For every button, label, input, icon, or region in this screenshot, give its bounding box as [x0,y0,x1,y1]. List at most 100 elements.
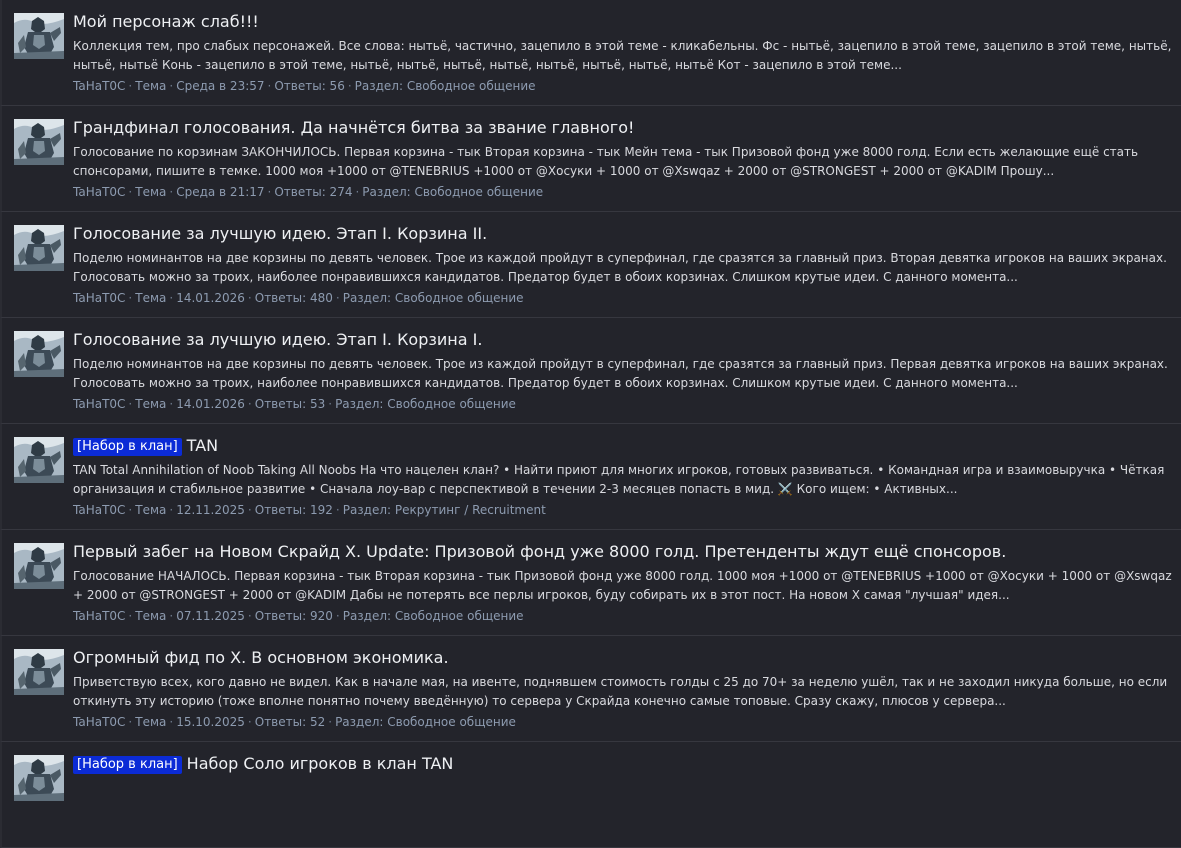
knight-avatar-icon [14,437,64,483]
meta-separator: · [169,397,174,411]
knight-avatar-icon [14,331,64,377]
avatar[interactable] [14,755,64,801]
content-type: Тема [135,503,167,517]
result-item: Грандфинал голосования. Да начнётся битв… [0,106,1181,212]
forum-link[interactable]: Раздел: Свободное общение [343,609,524,623]
author-link[interactable]: TaHaT0C [73,609,125,623]
avatar[interactable] [14,225,64,271]
result-item: Мой персонаж слаб!!! Коллекция тем, про … [0,0,1181,106]
content-type: Тема [135,291,167,305]
meta-separator: · [335,609,340,623]
thread-title-link[interactable]: Огромный фид по X. В основном экономика. [73,648,449,667]
thread-title-link[interactable]: TAN [187,436,218,455]
thread-title-link[interactable]: Мой персонаж слаб!!! [73,12,259,31]
title-row: Грандфинал голосования. Да начнётся битв… [73,116,1175,140]
author-link[interactable]: TaHaT0C [73,503,125,517]
meta-separator: · [328,397,333,411]
result-content: [Набор в клан] Набор Соло игроков в клан … [73,752,1175,820]
content-type: Тема [135,715,167,729]
result-item: Первый забег на Новом Скрайд X. Update: … [0,530,1181,636]
post-date: 12.11.2025 [176,503,245,517]
forum-link[interactable]: Раздел: Рекрутинг / Recruitment [343,503,546,517]
result-meta: TaHaT0C · Тема · 14.01.2026 · Ответы: 480 · Разд… [73,290,1175,306]
thread-title-link[interactable]: Первый забег на Новом Скрайд X. Update: … [73,542,1006,561]
meta-separator: · [247,715,252,729]
meta-separator: · [169,79,174,93]
avatar[interactable] [14,543,64,589]
title-row: Мой персонаж слаб!!! [73,10,1175,34]
result-content: Мой персонаж слаб!!! Коллекция тем, про … [73,10,1175,94]
reply-count: Ответы: 56 [274,79,345,93]
thread-title-link[interactable]: Голосование за лучшую идею. Этап I. Корз… [73,330,482,349]
meta-separator: · [328,715,333,729]
result-item: [Набор в клан] TAN TAN Total Annihilation… [0,424,1181,530]
meta-separator: · [247,503,252,517]
meta-separator: · [347,79,352,93]
prefix-badge[interactable]: [Набор в клан] [73,756,182,774]
reply-count: Ответы: 53 [254,397,326,411]
author-link[interactable]: TaHaT0C [73,185,125,199]
meta-separator: · [128,397,133,411]
result-content: Первый забег на Новом Скрайд X. Update: … [73,540,1175,624]
knight-avatar-icon [14,119,64,165]
avatar[interactable] [14,437,64,483]
meta-separator: · [247,609,252,623]
result-meta: TaHaT0C · Тема · 15.10.2025 · Ответы: 52 · Разде… [73,714,1175,730]
avatar[interactable] [14,649,64,695]
meta-separator: · [335,291,340,305]
result-snippet: Коллекция тем, про слабых персонажей. Вс… [73,39,1172,72]
author-link[interactable]: TaHaT0C [73,715,125,729]
result-content: Голосование за лучшую идею. Этап I. Корз… [73,328,1175,412]
result-content: [Набор в клан] TAN TAN Total Annihilation… [73,434,1175,518]
result-content: Огромный фид по X. В основном экономика.… [73,646,1175,730]
result-meta: TaHaT0C · Тема · Среда в 21:17 · Ответы: 274 · Р… [73,184,1175,200]
meta-separator: · [169,715,174,729]
forum-link[interactable]: Раздел: Свободное общение [335,715,516,729]
forum-link[interactable]: Раздел: Свободное общение [355,79,536,93]
avatar[interactable] [14,13,64,59]
result-snippet: Поделю номинантов на две корзины по девя… [73,357,1168,390]
forum-link[interactable]: Раздел: Свободное общение [335,397,516,411]
title-row: Огромный фид по X. В основном экономика. [73,646,1175,670]
result-meta: TaHaT0C · Тема · 07.11.2025 · Ответы: 920 · Разд… [73,608,1175,624]
forum-link[interactable]: Раздел: Свободное общение [362,185,543,199]
result-content: Голосование за лучшую идею. Этап I. Корз… [73,222,1175,306]
result-meta: TaHaT0C · Тема · Среда в 23:57 · Ответы: 56 · Ра… [73,78,1175,94]
prefix-badge[interactable]: [Набор в клан] [73,438,182,456]
knight-avatar-icon [14,755,64,801]
thread-title-link[interactable]: Голосование за лучшую идею. Этап I. Корз… [73,224,487,243]
result-meta: TaHaT0C · Тема · 14.01.2026 · Ответы: 53 · Разде… [73,396,1175,412]
forum-link[interactable]: Раздел: Свободное общение [343,291,524,305]
post-date: Среда в 21:17 [176,185,265,199]
meta-separator: · [169,185,174,199]
result-item: [Набор в клан] Набор Соло игроков в клан … [0,742,1181,848]
result-item: Огромный фид по X. В основном экономика.… [0,636,1181,742]
avatar[interactable] [14,331,64,377]
author-link[interactable]: TaHaT0C [73,397,125,411]
thread-title-link[interactable]: Набор Соло игроков в клан TAN [187,754,454,773]
avatar[interactable] [14,119,64,165]
knight-avatar-icon [14,649,64,695]
title-row: [Набор в клан] Набор Соло игроков в клан … [73,752,1175,776]
post-date: 14.01.2026 [176,291,245,305]
reply-count: Ответы: 192 [254,503,333,517]
meta-separator: · [247,397,252,411]
author-link[interactable]: TaHaT0C [73,79,125,93]
meta-separator: · [247,291,252,305]
meta-separator: · [169,503,174,517]
meta-separator: · [355,185,360,199]
knight-avatar-icon [14,543,64,589]
result-snippet: Поделю номинантов на две корзины по девя… [73,251,1167,284]
meta-separator: · [128,609,133,623]
result-snippet [73,779,1175,817]
title-row: [Набор в клан] TAN [73,434,1175,458]
content-type: Тема [135,609,167,623]
author-link[interactable]: TaHaT0C [73,291,125,305]
post-date: 15.10.2025 [176,715,245,729]
knight-avatar-icon [14,225,64,271]
meta-separator: · [267,79,272,93]
post-date: 14.01.2026 [176,397,245,411]
thread-title-link[interactable]: Грандфинал голосования. Да начнётся битв… [73,118,634,137]
meta-separator: · [128,79,133,93]
meta-separator: · [128,503,133,517]
